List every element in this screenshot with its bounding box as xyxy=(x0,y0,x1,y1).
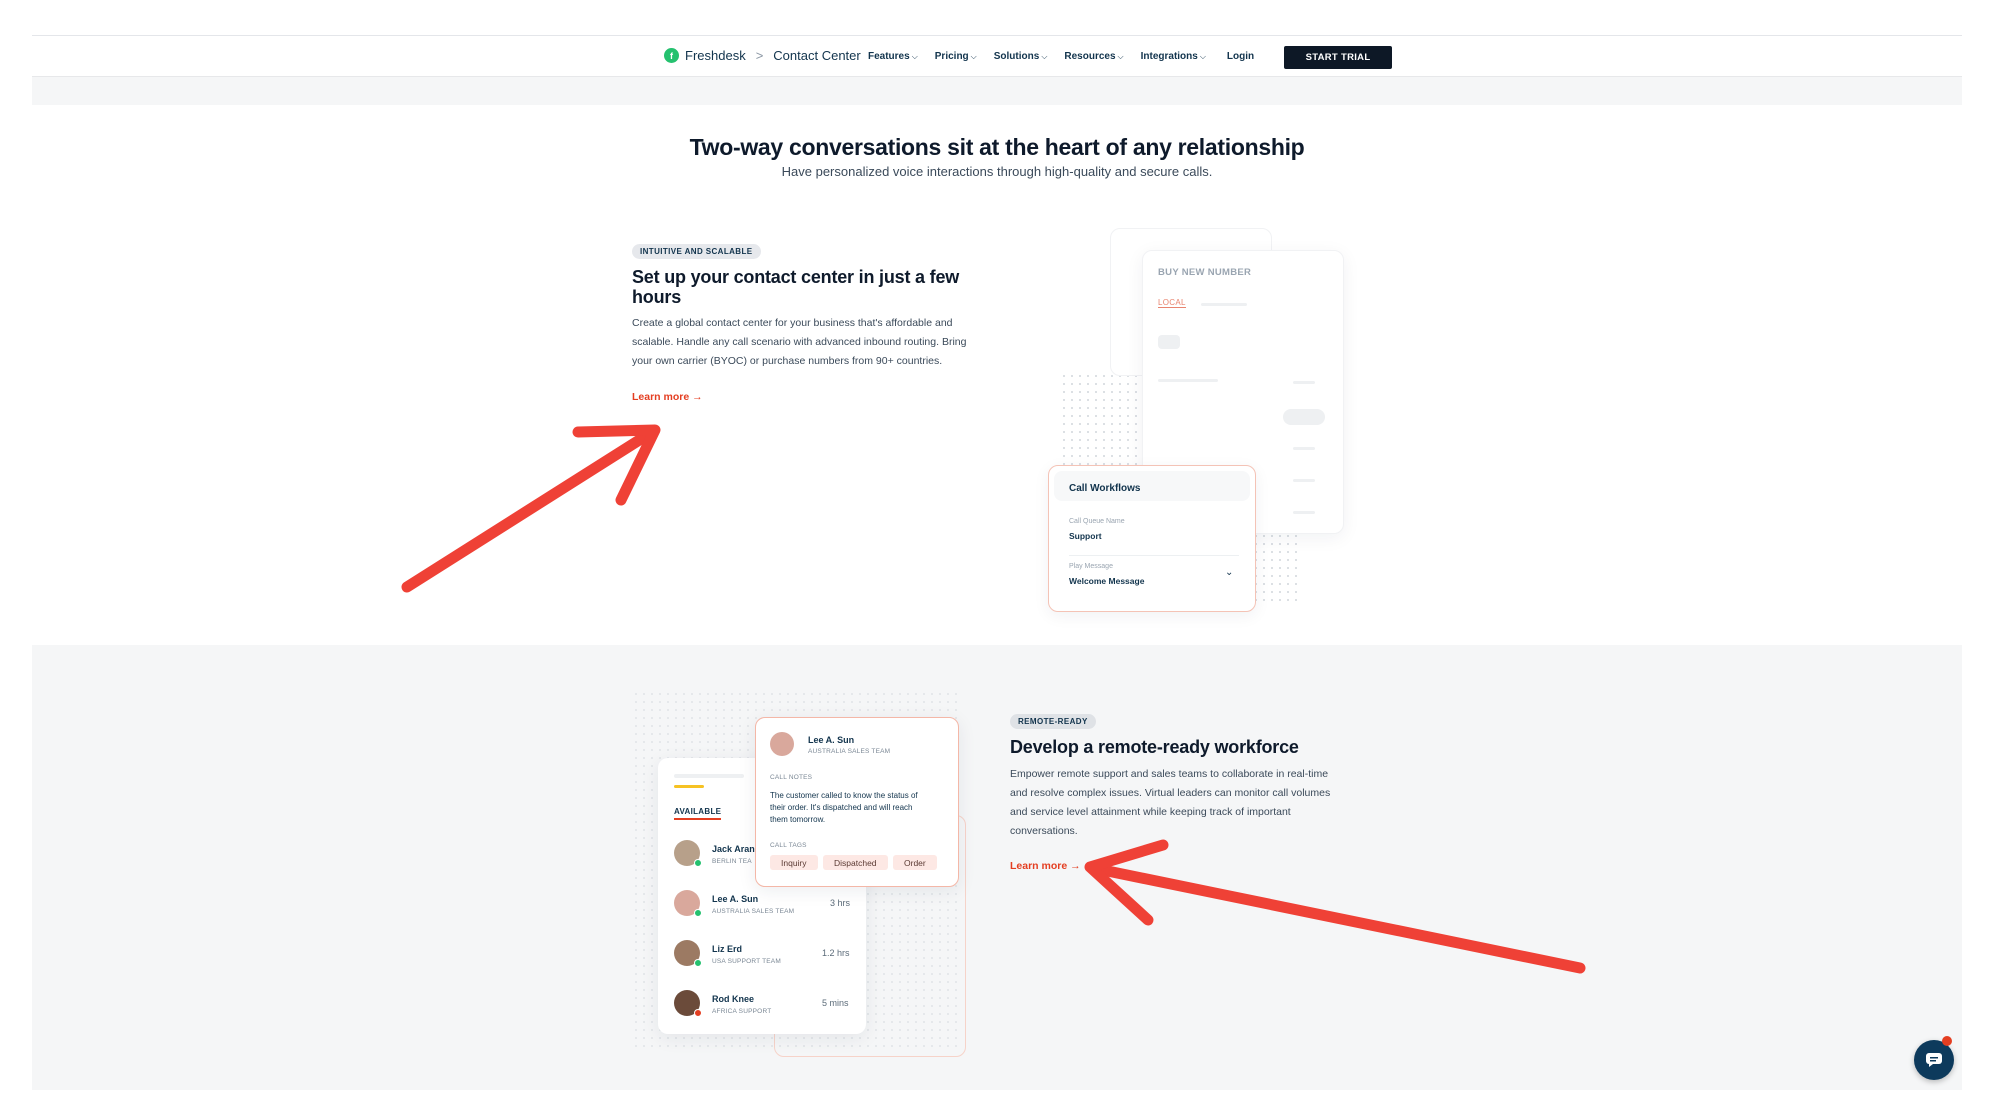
chat-widget-button[interactable] xyxy=(1914,1040,1954,1080)
annotation-arrows xyxy=(401,424,1586,974)
arrow-to-learn-more-1 xyxy=(401,426,658,593)
chat-bubble-icon xyxy=(1926,1053,1942,1067)
notification-dot xyxy=(1942,1036,1952,1046)
arrow-to-learn-more-2 xyxy=(1087,862,1586,974)
